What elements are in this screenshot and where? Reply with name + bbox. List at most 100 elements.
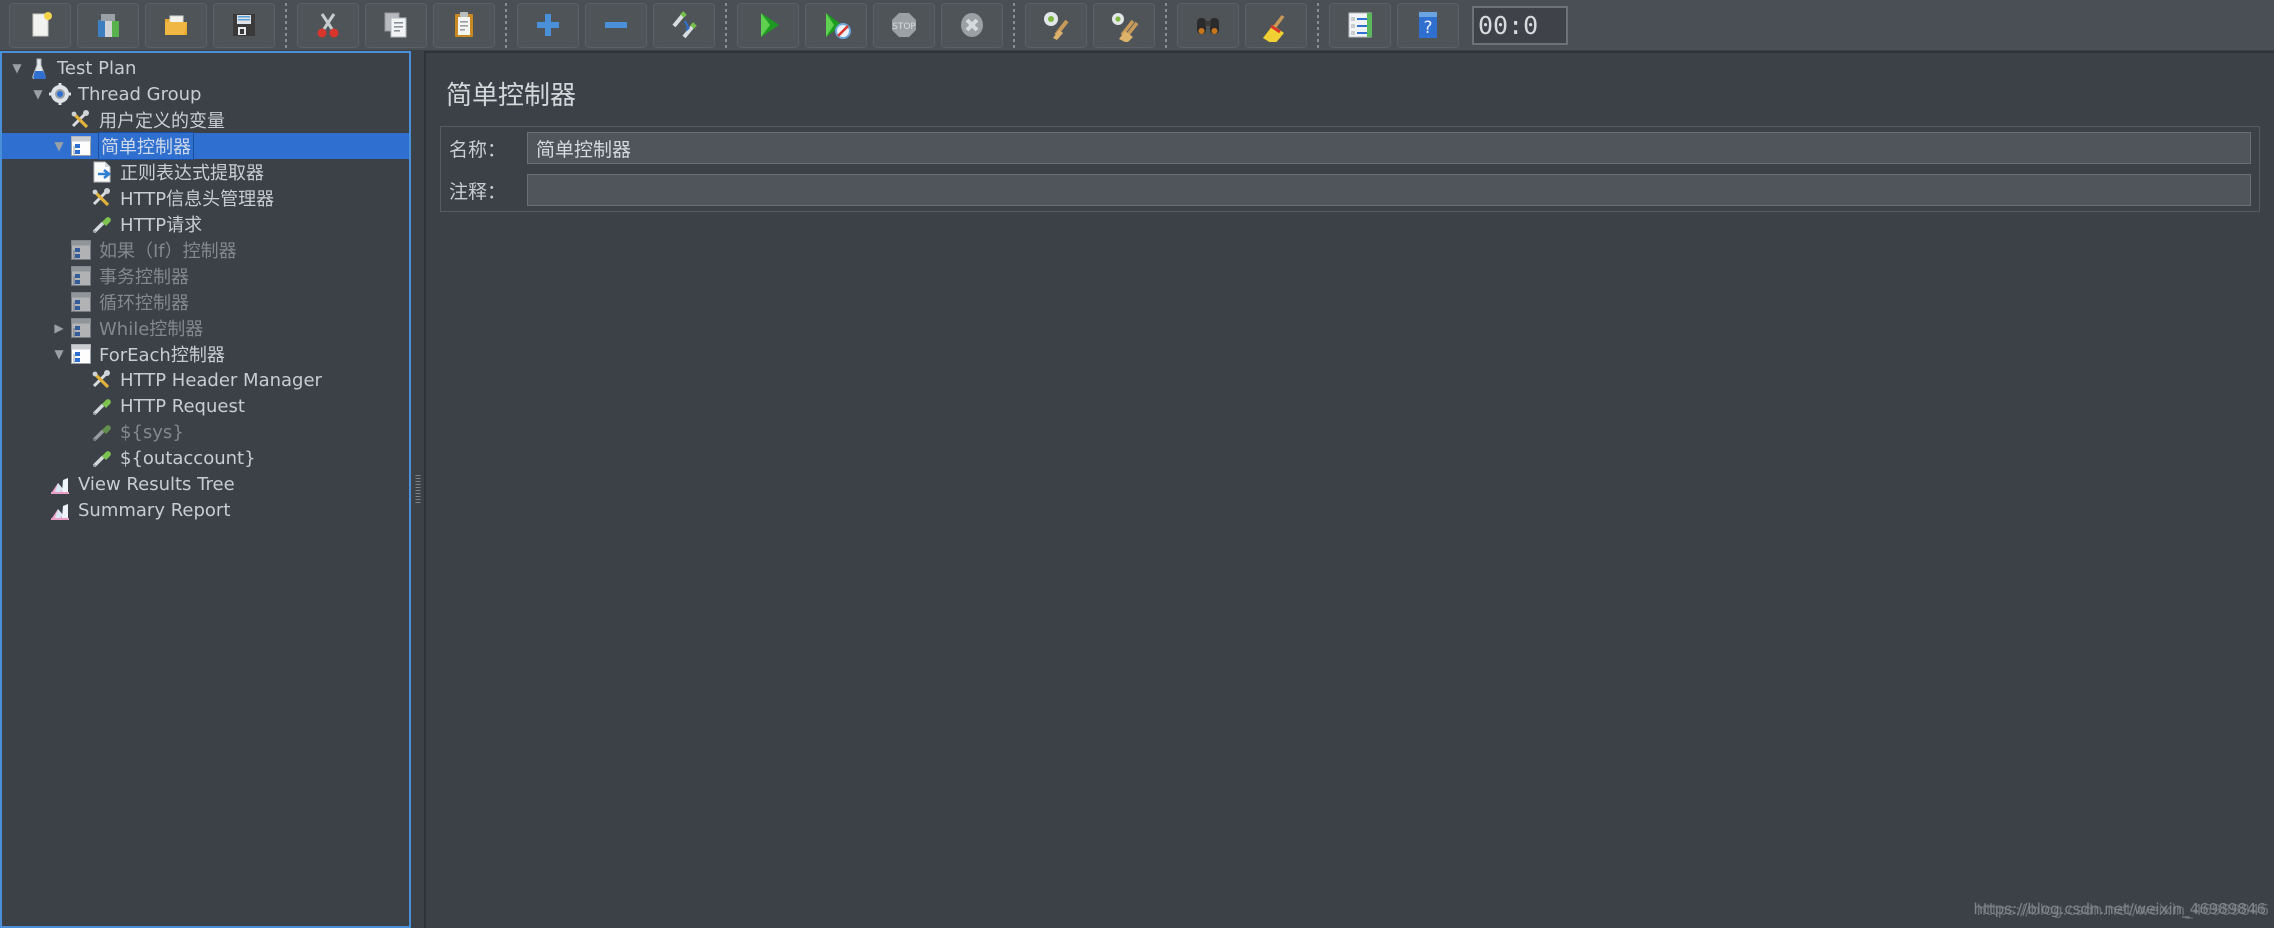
scissors-icon <box>311 8 345 42</box>
tree-node-label: 事务控制器 <box>99 267 189 288</box>
list-lines-icon <box>1343 8 1377 42</box>
toolbar-separator <box>725 2 727 48</box>
tree-node[interactable]: 正则表达式提取器 <box>2 159 409 185</box>
flask-icon <box>28 57 52 80</box>
name-input[interactable]: 简单控制器 <box>527 132 2251 164</box>
tree-node-label: ${outaccount} <box>120 447 256 469</box>
tree-node[interactable]: ▶ While控制器 <box>2 315 409 341</box>
controller-icon <box>70 265 94 287</box>
tree-node[interactable]: ▼ ForEach控制器 <box>2 341 409 367</box>
wrench-icon <box>91 187 115 209</box>
save-button[interactable] <box>213 2 275 48</box>
help-button[interactable]: ? <box>1397 2 1459 48</box>
new-document-icon <box>23 8 57 42</box>
split-divider[interactable] <box>411 51 424 928</box>
element-detail-panel: 简单控制器 名称： 简单控制器 注释： https://blog.csdn.ne… <box>424 51 2274 928</box>
tree-node-label: HTTP请求 <box>120 215 203 236</box>
broom-yellow-icon <box>1259 8 1293 42</box>
tree-node-label: HTTP信息头管理器 <box>120 189 275 210</box>
tree-node-label: Summary Report <box>78 499 231 521</box>
tree-node[interactable]: ▼ 简单控制器 <box>2 132 409 160</box>
pipette-icon <box>91 213 115 235</box>
stop-button[interactable]: STOP <box>873 2 935 48</box>
panel-title: 简单控制器 <box>446 81 577 111</box>
tree-node-label: 简单控制器 <box>98 132 194 160</box>
pipette-icon <box>91 421 115 443</box>
tree-node-label: View Results Tree <box>78 473 235 495</box>
gear-icon <box>49 83 73 105</box>
element-form: 名称： 简单控制器 注释： <box>440 126 2260 212</box>
chart-icon <box>49 473 73 495</box>
templates-button[interactable] <box>77 2 139 48</box>
tree-node[interactable]: ▼ Thread Group <box>2 81 409 107</box>
tree-node[interactable]: 事务控制器 <box>2 263 409 289</box>
controller-icon <box>70 343 94 365</box>
tree-node[interactable]: HTTP Request <box>2 393 409 419</box>
pipette-icon <box>91 447 115 469</box>
start-no-timers-button[interactable] <box>805 2 867 48</box>
collapse-all-button[interactable] <box>585 2 647 48</box>
tree-node[interactable]: HTTP Header Manager <box>2 367 409 393</box>
svg-text:STOP: STOP <box>892 22 916 32</box>
chevron-down-icon[interactable]: ▼ <box>6 62 28 74</box>
tree-node-label: Thread Group <box>78 83 202 105</box>
save-floppy-icon <box>227 8 261 42</box>
tree-node-label: ForEach控制器 <box>99 345 225 366</box>
shutdown-button[interactable] <box>941 2 1003 48</box>
tree-node[interactable]: ${sys} <box>2 419 409 445</box>
reset-search-button[interactable] <box>1245 2 1307 48</box>
open-folder-icon <box>159 8 193 42</box>
copy-button[interactable] <box>365 2 427 48</box>
binoculars-icon <box>1191 8 1225 42</box>
play-green-icon <box>751 8 785 42</box>
open-button[interactable] <box>145 2 207 48</box>
controller-icon <box>70 239 94 261</box>
chevron-right-icon[interactable]: ▶ <box>48 322 70 334</box>
comment-input[interactable] <box>527 174 2251 206</box>
paste-button[interactable] <box>433 2 495 48</box>
chevron-down-icon[interactable]: ▼ <box>48 348 70 360</box>
toggle-pencils-icon <box>667 8 701 42</box>
tree-node[interactable]: HTTP信息头管理器 <box>2 185 409 211</box>
clear-all-button[interactable] <box>1093 2 1155 48</box>
chart-icon <box>49 499 73 521</box>
controller-icon <box>70 291 94 313</box>
test-plan-tree-panel[interactable]: ▼ Test Plan ▼ Thread Group 用户定义的变量 ▼ 简单控制器 正则表达… <box>0 51 411 928</box>
toggle-enable-button[interactable] <box>653 2 715 48</box>
tree-node[interactable]: 如果（If）控制器 <box>2 237 409 263</box>
play-no-timers-icon <box>819 8 853 42</box>
elapsed-timer: 00:0 <box>1472 5 1568 45</box>
tree-node[interactable]: 循环控制器 <box>2 289 409 315</box>
comment-row: 注释： <box>441 169 2259 211</box>
help-book-icon: ? <box>1411 8 1445 42</box>
shutdown-x-icon <box>955 8 989 42</box>
tree-node-label: ${sys} <box>120 421 184 443</box>
toolbar-separator <box>505 2 507 48</box>
main-toolbar: STOP? 00:0 <box>0 0 2274 51</box>
tree-node[interactable]: ${outaccount} <box>2 445 409 471</box>
minus-icon <box>599 8 633 42</box>
templates-books-icon <box>91 8 125 42</box>
cut-button[interactable] <box>297 2 359 48</box>
function-helper-button[interactable] <box>1329 2 1391 48</box>
svg-text:?: ? <box>1423 18 1432 38</box>
start-button[interactable] <box>737 2 799 48</box>
chevron-down-icon[interactable]: ▼ <box>27 88 49 100</box>
tree-node[interactable]: Summary Report <box>2 497 409 523</box>
tree-node[interactable]: 用户定义的变量 <box>2 107 409 133</box>
toolbar-separator <box>1013 2 1015 48</box>
gear-brooms-icon <box>1107 8 1141 42</box>
controller-icon <box>70 135 94 157</box>
tree-node[interactable]: HTTP请求 <box>2 211 409 237</box>
clipboard-icon <box>447 8 481 42</box>
chevron-down-icon[interactable]: ▼ <box>48 140 70 152</box>
test-plan-tree[interactable]: ▼ Test Plan ▼ Thread Group 用户定义的变量 ▼ 简单控制器 正则表达… <box>2 53 409 523</box>
search-button[interactable] <box>1177 2 1239 48</box>
tree-node[interactable]: View Results Tree <box>2 471 409 497</box>
tree-node-label: While控制器 <box>99 319 204 340</box>
new-button[interactable] <box>9 2 71 48</box>
tree-node[interactable]: ▼ Test Plan <box>2 55 409 81</box>
split-divider-grip[interactable] <box>415 474 420 505</box>
clear-button[interactable] <box>1025 2 1087 48</box>
expand-all-button[interactable] <box>517 2 579 48</box>
